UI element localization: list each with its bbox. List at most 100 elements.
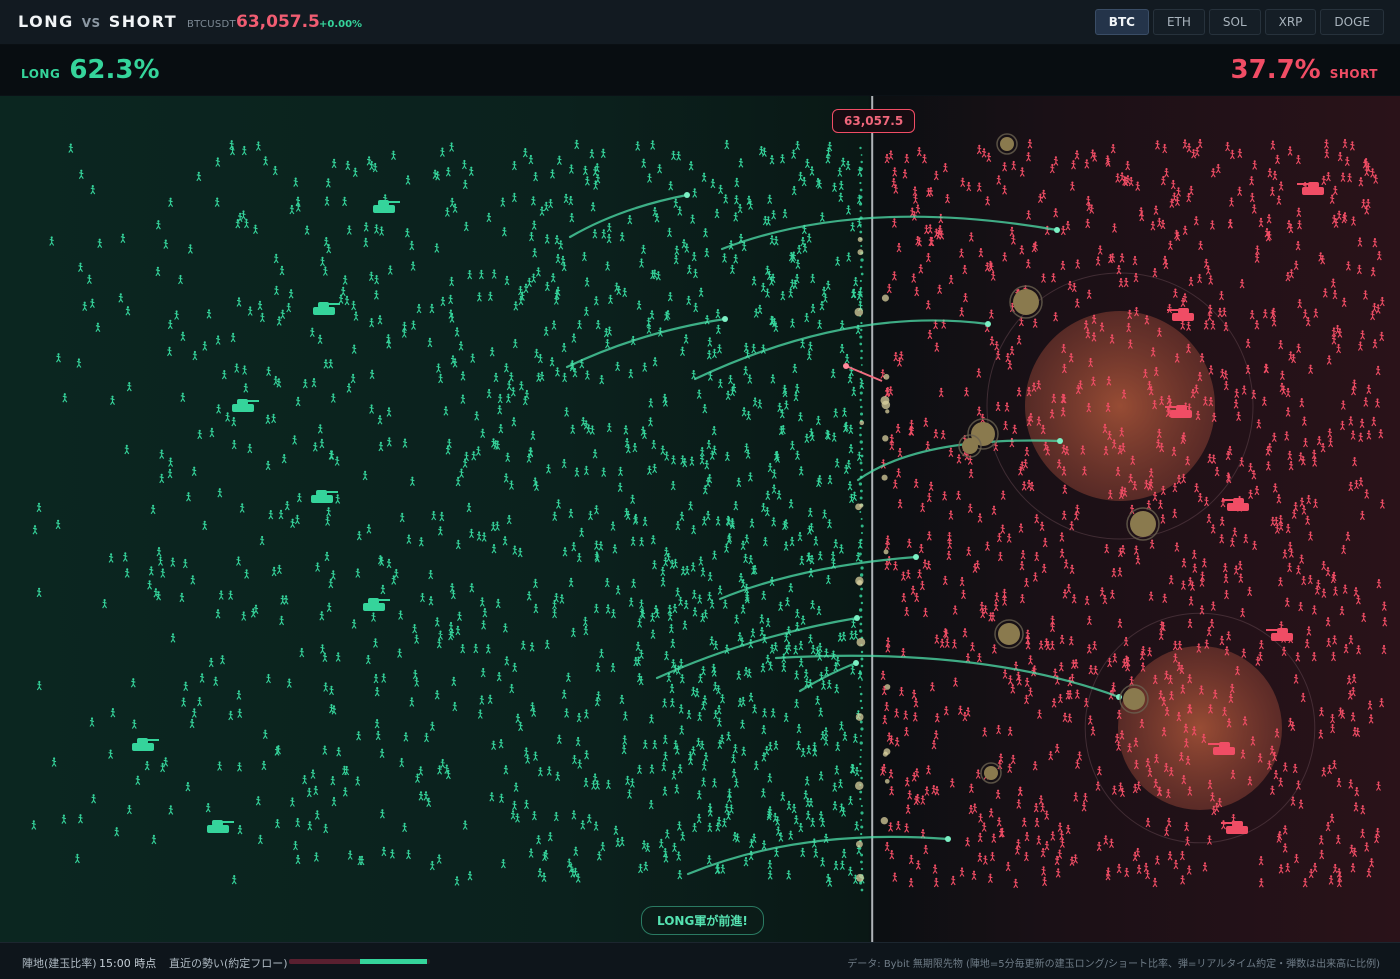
soldier-head: [330, 359, 332, 361]
soldier-body: [1049, 753, 1053, 760]
soldier-icon: [758, 399, 762, 408]
soldier-body: [562, 692, 566, 699]
tab-eth[interactable]: ETH: [1153, 9, 1205, 35]
tab-doge[interactable]: DOGE: [1320, 9, 1384, 35]
tab-sol[interactable]: SOL: [1209, 9, 1261, 35]
soldier-icon: [266, 415, 270, 424]
soldier-body: [584, 309, 588, 316]
soldier-body: [281, 312, 285, 319]
soldier-head: [533, 221, 535, 223]
soldier-head: [381, 226, 383, 228]
soldier-icon: [79, 814, 83, 823]
soldier-body: [191, 577, 195, 584]
soldier-head: [324, 746, 326, 748]
soldier-icon: [749, 693, 753, 702]
soldier-head: [650, 800, 652, 802]
soldier-head: [771, 235, 773, 237]
soldier-body: [1093, 643, 1097, 650]
soldier-body: [490, 349, 494, 356]
soldier-head: [560, 240, 562, 242]
soldier-head: [451, 583, 453, 585]
soldier-icon: [905, 727, 909, 736]
soldier-body: [458, 614, 462, 621]
soldier-body: [784, 635, 788, 642]
soldier-head: [981, 602, 983, 604]
soldier-icon: [847, 252, 851, 261]
soldier-icon: [551, 169, 555, 178]
soldier-icon: [574, 847, 578, 856]
soldier-head: [806, 678, 808, 680]
soldier-icon: [1340, 606, 1344, 615]
soldier-head: [763, 591, 765, 593]
soldier-body: [640, 261, 644, 268]
soldier-head: [1254, 541, 1256, 543]
soldier-body: [1025, 580, 1029, 587]
soldier-body: [506, 455, 510, 462]
soldier-head: [967, 653, 969, 655]
soldier-head: [669, 605, 671, 607]
soldier-head: [596, 163, 598, 165]
soldier-head: [1351, 845, 1353, 847]
soldier-icon: [481, 429, 485, 438]
soldier-body: [894, 354, 898, 361]
soldier-head: [783, 663, 785, 665]
soldier-icon: [713, 778, 717, 787]
soldier-icon: [237, 556, 241, 565]
soldier-icon: [303, 775, 307, 784]
soldier-body: [432, 513, 436, 520]
soldier-head: [849, 867, 851, 869]
soldier-body: [1259, 858, 1263, 865]
soldier-head: [469, 871, 471, 873]
soldier-head: [726, 804, 728, 806]
soldier-head: [715, 710, 717, 712]
soldier-head: [297, 855, 299, 857]
soldier-body: [801, 341, 805, 348]
soldier-body: [751, 631, 755, 638]
soldier-icon: [534, 579, 538, 588]
soldier-head: [1020, 523, 1022, 525]
soldier-body: [505, 278, 509, 285]
soldier-body: [198, 699, 202, 706]
soldier-head: [678, 851, 680, 853]
soldier-icon: [848, 867, 852, 876]
soldier-icon: [222, 370, 226, 379]
soldier-icon: [894, 352, 898, 361]
soldier-body: [1240, 281, 1244, 288]
soldier-head: [594, 449, 596, 451]
soldier-body: [744, 368, 748, 375]
soldier-icon: [206, 803, 210, 812]
soldier-body: [536, 269, 540, 276]
soldier-head: [582, 820, 584, 822]
soldier-body: [1304, 440, 1308, 447]
soldier-head: [774, 813, 776, 815]
soldier-head: [822, 681, 824, 683]
soldier-head: [764, 708, 766, 710]
tab-xrp[interactable]: XRP: [1265, 9, 1317, 35]
soldier-icon: [96, 323, 100, 332]
soldier-icon: [430, 861, 434, 870]
soldier-icon: [781, 792, 785, 801]
soldier-head: [304, 775, 306, 777]
tab-btc[interactable]: BTC: [1095, 9, 1149, 35]
soldier-head: [1350, 482, 1352, 484]
soldier-icon: [478, 709, 482, 718]
soldier-head: [736, 178, 738, 180]
soldier-icon: [585, 176, 589, 185]
soldier-icon: [943, 491, 947, 500]
soldier-head: [355, 311, 357, 313]
soldier-head: [421, 593, 423, 595]
soldier-body: [435, 619, 439, 626]
soldier-head: [525, 800, 527, 802]
soldier-head: [766, 288, 768, 290]
soldier-head: [317, 562, 319, 564]
soldier-icon: [608, 327, 612, 336]
soldier-body: [957, 493, 961, 500]
soldier-icon: [711, 179, 715, 188]
soldier-body: [716, 518, 720, 525]
soldier-body: [678, 208, 682, 215]
soldier-head: [784, 388, 786, 390]
soldier-body: [404, 734, 408, 741]
soldier-body: [534, 606, 538, 613]
soldier-head: [1298, 208, 1300, 210]
soldier-icon: [375, 275, 379, 284]
